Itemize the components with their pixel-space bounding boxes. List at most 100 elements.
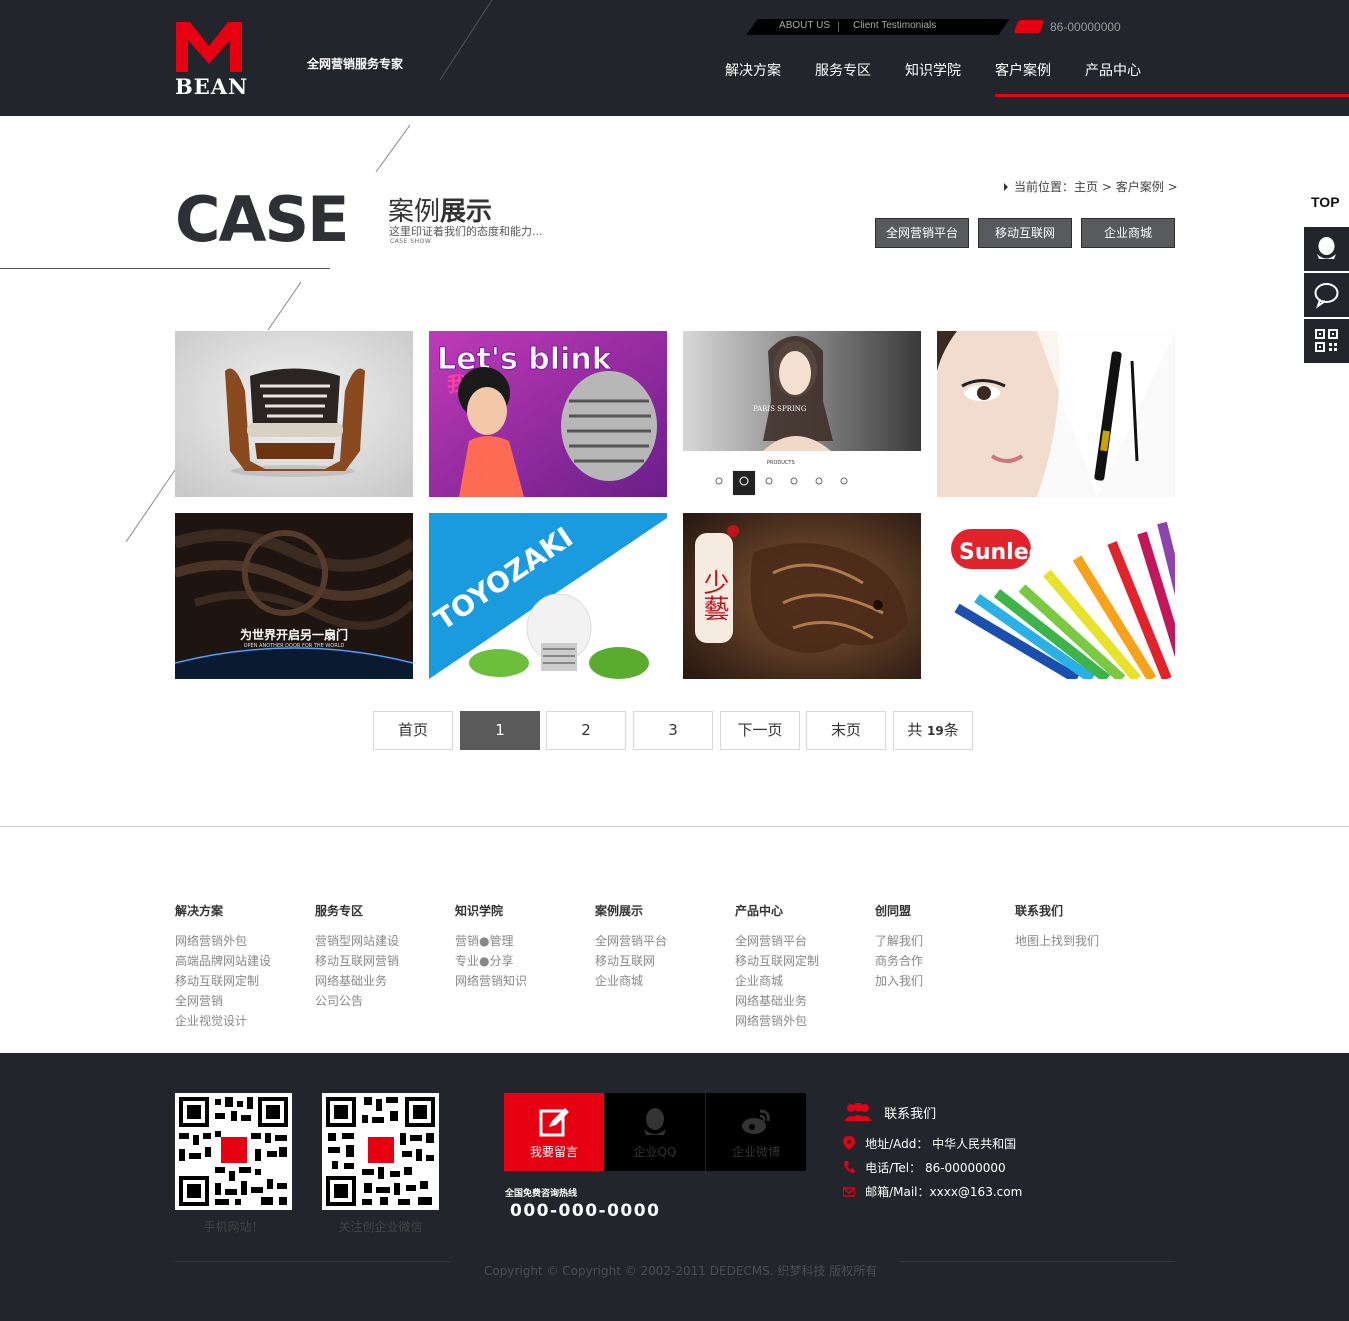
back-to-top[interactable]: TOP: [1311, 194, 1340, 210]
logo[interactable]: BEAN: [175, 22, 247, 99]
sitemap-link[interactable]: 网络营销知识: [455, 971, 527, 991]
breadcrumb-arrow-icon: [1004, 183, 1008, 191]
qr-code-icon: [1315, 329, 1338, 352]
sitemap-link[interactable]: 企业商城: [735, 971, 819, 991]
sitemap-heading: 案例展示: [595, 904, 644, 918]
qq-penguin-icon: [644, 1108, 666, 1135]
sitemap-link[interactable]: 企业商城: [595, 971, 667, 991]
sitemap-col-contact: 联系我们 地图上找到我们: [1015, 902, 1099, 951]
paris-products-text: PRODUCTS: [767, 460, 795, 466]
case-item-cosmetics[interactable]: [937, 331, 1175, 497]
qr-wechat: [322, 1093, 439, 1210]
sitemap-link[interactable]: 企业视觉设计: [175, 1011, 271, 1031]
breadcrumb-home[interactable]: 主页: [1074, 180, 1098, 194]
sitemap-link[interactable]: 商务合作: [875, 951, 923, 971]
sitemap-heading: 创同盟: [875, 904, 912, 918]
content-divider: [0, 826, 1349, 827]
nav-cases[interactable]: 客户案例: [995, 60, 1051, 80]
case-item-lets-blink[interactable]: Let's blink 我: [429, 331, 667, 497]
mail-icon: [842, 1187, 856, 1197]
breadcrumb: 当前位置：主页 > 客户案例 >: [1004, 178, 1178, 195]
case-item-horse-carving[interactable]: 少藝: [683, 513, 921, 679]
sitemap-link[interactable]: 移动互联网定制: [735, 951, 819, 971]
page-first[interactable]: 首页: [373, 711, 453, 750]
sunled-brand: Sunled: [959, 540, 1044, 565]
qr-mobile-site: [175, 1093, 292, 1210]
lets-blink-image: Let's blink 我: [429, 331, 667, 497]
sitemap-link[interactable]: 移动互联网营销: [315, 951, 399, 971]
sitemap-link[interactable]: 网络营销外包: [735, 1011, 819, 1031]
sitemap-link[interactable]: 高端品牌网站建设: [175, 951, 271, 971]
page-2[interactable]: 2: [546, 711, 626, 750]
filter-mobile[interactable]: 移动互联网: [978, 218, 1072, 248]
users-icon: [844, 1102, 872, 1121]
nav-services[interactable]: 服务专区: [815, 60, 871, 80]
sitemap-col-services: 服务专区 营销型网站建设 移动互联网营销 网络基础业务 公司公告: [315, 902, 399, 1011]
paris-brand-text: PARIS SPRING: [753, 405, 807, 413]
page-total-suffix: 条: [943, 721, 959, 739]
sitemap-col-products: 产品中心 全网营销平台 移动互联网定制 企业商城 网络基础业务 网络营销外包: [735, 902, 819, 1031]
sitemap-link[interactable]: 营销型网站建设: [315, 931, 399, 951]
header-phone-number: 86-00000000: [1050, 20, 1121, 34]
sitemap-link[interactable]: 全网营销平台: [595, 931, 667, 951]
breadcrumb-current[interactable]: 客户案例: [1116, 180, 1164, 194]
breadcrumb-sep: >: [1101, 180, 1112, 194]
enterprise-weibo-button[interactable]: 企业微博: [706, 1093, 806, 1171]
case-item-chocolate[interactable]: 为世界开启另一扇门 OPEN ANOTHER DOOR FOR THE WORL…: [175, 513, 413, 679]
page-1[interactable]: 1: [460, 711, 540, 750]
sitemap-link[interactable]: 营销●管理: [455, 931, 527, 951]
sitemap-link[interactable]: 网络基础业务: [735, 991, 819, 1011]
case-item-paris-jewelry[interactable]: PARIS SPRING PRODUCTS: [683, 331, 921, 497]
nav-active-underline: [995, 94, 1349, 97]
contact-address: 地址/Add： 中华人民共和国: [865, 1137, 1017, 1151]
qr-wechat-caption: 关注创企业微信: [338, 1220, 423, 1234]
sitemap-link[interactable]: 全网营销平台: [735, 931, 819, 951]
furniture-image: [175, 331, 413, 497]
sunled-image: Sunled: [937, 513, 1175, 679]
side-qr-button[interactable]: [1304, 319, 1349, 363]
side-chat-button[interactable]: [1304, 273, 1349, 317]
sitemap-link[interactable]: 网络营销外包: [175, 931, 271, 951]
page-total-count: 19: [927, 724, 944, 738]
sitemap-link[interactable]: 移动互联网: [595, 951, 667, 971]
chat-bubble-icon: [1314, 283, 1339, 309]
nav-products[interactable]: 产品中心: [1085, 60, 1141, 80]
enterprise-qq-button[interactable]: 企业QQ: [605, 1093, 705, 1171]
nav-knowledge[interactable]: 知识学院: [905, 60, 961, 80]
sitemap-link[interactable]: 地图上找到我们: [1015, 931, 1099, 951]
title-rule: [0, 268, 330, 269]
sitemap-heading: 解决方案: [175, 904, 224, 918]
page-last[interactable]: 末页: [806, 711, 886, 750]
header-phone: 86-00000000: [1013, 20, 1121, 34]
about-us-link[interactable]: ABOUT US: [779, 20, 830, 31]
sitemap-link[interactable]: 公司公告: [315, 991, 399, 1011]
contact-mail-row: 邮箱/Mail：xxxx@163.com: [842, 1181, 1022, 1200]
filter-shop[interactable]: 企业商城: [1081, 218, 1175, 248]
cosmetics-image: [937, 331, 1175, 497]
sitemap-link[interactable]: 加入我们: [875, 971, 923, 991]
sitemap-link[interactable]: 全网营销: [175, 991, 271, 1011]
hotline-label: 全国免费咨询热线: [505, 1189, 578, 1199]
contact-title-row: 联系我们: [843, 1102, 936, 1122]
phone-icon: [1013, 20, 1045, 33]
sitemap-link[interactable]: 网络基础业务: [315, 971, 399, 991]
qq-penguin-icon: [1317, 237, 1336, 259]
copyright: Copyright © Copyright © 2002-2011 DEDECM…: [484, 1264, 878, 1278]
hotline-number: 000-000-0000: [510, 1201, 661, 1221]
page-total: 共 19条: [893, 711, 973, 750]
sitemap-col-alliance: 创同盟 了解我们 商务合作 加入我们: [875, 902, 923, 991]
qr-code-icon: [175, 1093, 292, 1210]
side-qq-button[interactable]: [1304, 227, 1349, 271]
case-item-furniture[interactable]: [175, 331, 413, 497]
sitemap-link[interactable]: 了解我们: [875, 931, 923, 951]
case-item-sunled[interactable]: Sunled: [937, 513, 1175, 679]
nav-solutions[interactable]: 解决方案: [725, 60, 781, 80]
page-3[interactable]: 3: [633, 711, 713, 750]
sitemap-link[interactable]: 移动互联网定制: [175, 971, 271, 991]
filter-all-network[interactable]: 全网营销平台: [875, 218, 969, 248]
case-item-toyozaki[interactable]: TOYOZAKI: [429, 513, 667, 679]
page-next[interactable]: 下一页: [720, 711, 800, 750]
testimonials-link[interactable]: Client Testimonials: [853, 20, 936, 31]
leave-message-button[interactable]: 我要留言: [504, 1093, 604, 1171]
sitemap-link[interactable]: 专业●分享: [455, 951, 527, 971]
